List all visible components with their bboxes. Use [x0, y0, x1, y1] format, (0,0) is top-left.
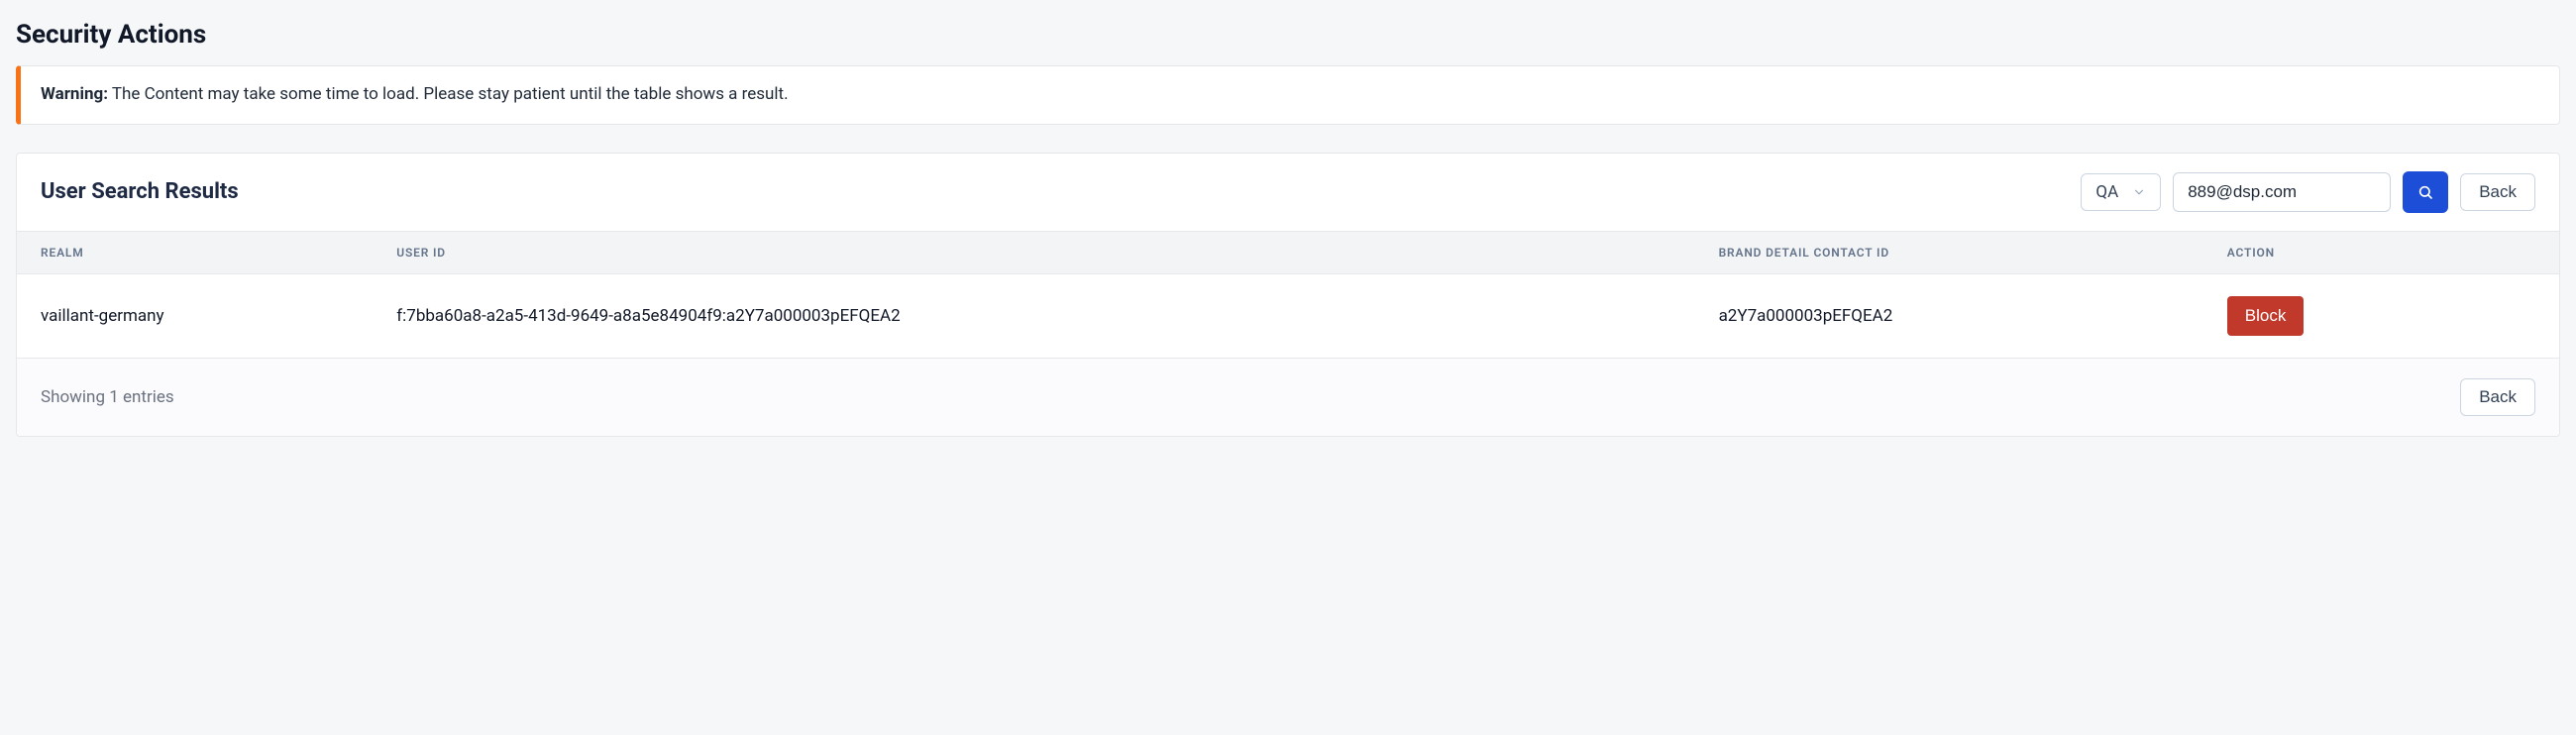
environment-dropdown[interactable]: QA: [2081, 173, 2161, 211]
cell-realm: vaillant-germany: [17, 273, 373, 358]
warning-label: Warning:: [41, 84, 108, 104]
showing-entries-text: Showing 1 entries: [41, 387, 174, 407]
back-button-bottom[interactable]: Back: [2460, 378, 2535, 416]
user-search-card: User Search Results QA Back REALM USER I…: [16, 153, 2560, 437]
search-icon: [2417, 182, 2433, 202]
warning-banner: Warning: The Content may take some time …: [16, 65, 2560, 125]
search-controls: QA Back: [2081, 171, 2535, 213]
search-button[interactable]: [2403, 171, 2448, 213]
column-header-realm: REALM: [17, 231, 373, 273]
search-input[interactable]: [2173, 172, 2391, 212]
environment-selected-label: QA: [2095, 182, 2118, 202]
cell-user-id: f:7bba60a8-a2a5-413d-9649-a8a5e84904f9:a…: [373, 273, 1694, 358]
block-button[interactable]: Block: [2227, 296, 2305, 336]
cell-brand-detail-contact-id: a2Y7a000003pEFQEA2: [1695, 273, 2203, 358]
table-row: vaillant-germany f:7bba60a8-a2a5-413d-96…: [17, 273, 2559, 358]
chevron-down-icon: [2132, 185, 2146, 199]
cell-action: Block: [2203, 273, 2559, 358]
results-table: REALM USER ID BRAND DETAIL CONTACT ID AC…: [17, 231, 2559, 359]
card-header: User Search Results QA Back: [17, 154, 2559, 231]
column-header-user-id: USER ID: [373, 231, 1694, 273]
page-title: Security Actions: [16, 20, 2560, 50]
card-footer: Showing 1 entries Back: [17, 359, 2559, 436]
column-header-brand-detail-contact-id: BRAND DETAIL CONTACT ID: [1695, 231, 2203, 273]
column-header-action: ACTION: [2203, 231, 2559, 273]
warning-text: The Content may take some time to load. …: [108, 84, 789, 104]
card-title: User Search Results: [41, 179, 239, 204]
back-button-top[interactable]: Back: [2460, 173, 2535, 211]
